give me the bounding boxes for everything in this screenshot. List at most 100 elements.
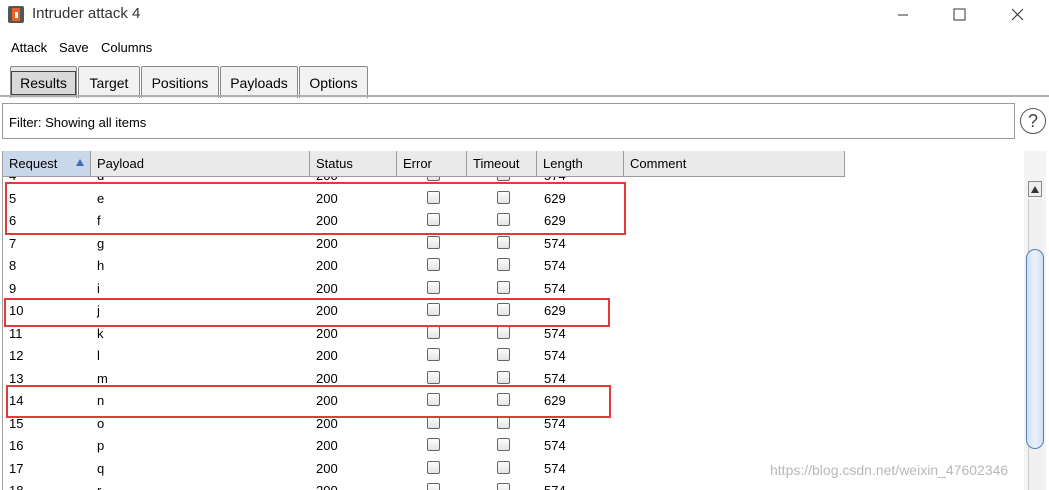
filter-bar[interactable]: Filter: Showing all items: [2, 103, 1015, 139]
column-header-length[interactable]: Length: [537, 151, 624, 177]
cell-payload: o: [97, 415, 105, 431]
close-icon[interactable]: [994, 0, 1040, 30]
error-checkbox[interactable]: [427, 235, 440, 249]
column-header-timeout-label: Timeout: [473, 156, 520, 171]
cell-status: 200: [316, 370, 338, 386]
error-checkbox[interactable]: [427, 190, 440, 204]
table-row[interactable]: 8 h 200 574: [3, 254, 845, 277]
column-header-error[interactable]: Error: [397, 151, 467, 177]
timeout-checkbox[interactable]: [497, 483, 510, 490]
menu-columns[interactable]: Columns: [101, 40, 152, 55]
cell-status: 200: [316, 393, 338, 408]
cell-status: 200: [316, 303, 338, 318]
cell-request: 10: [9, 303, 24, 318]
vertical-scrollbar[interactable]: [1024, 151, 1046, 490]
timeout-checkbox[interactable]: [497, 460, 510, 474]
timeout-checkbox[interactable]: [497, 415, 510, 429]
table-row[interactable]: 9 i 200 574: [3, 277, 845, 300]
timeout-checkbox[interactable]: [497, 348, 510, 361]
cell-length: 574: [544, 415, 566, 431]
error-checkbox[interactable]: [427, 213, 440, 226]
minimize-icon[interactable]: [880, 0, 926, 30]
cell-length: 629: [544, 393, 566, 408]
cell-length: 574: [544, 177, 566, 183]
table-row[interactable]: 11 k 200 574: [3, 322, 845, 345]
maximize-icon[interactable]: [936, 0, 982, 30]
timeout-checkbox[interactable]: [497, 190, 510, 204]
arrow-up-icon: [1031, 185, 1039, 193]
timeout-checkbox[interactable]: [497, 325, 510, 339]
cell-status: 200: [316, 258, 338, 273]
table-row[interactable]: 13 m 200 574: [3, 367, 845, 390]
cell-length: 574: [544, 460, 566, 476]
error-checkbox[interactable]: [427, 325, 440, 339]
tab-payloads[interactable]: Payloads: [220, 66, 298, 98]
column-header-comment-label: Comment: [630, 156, 687, 171]
timeout-checkbox[interactable]: [497, 280, 510, 294]
timeout-checkbox[interactable]: [497, 235, 510, 249]
table-body: 4 d 200 574 5 e 200 629 6 f 200 629 7 g 200 574 8 h 200 574…: [3, 177, 845, 490]
table-row[interactable]: 17 q 200 574: [3, 457, 845, 480]
timeout-checkbox[interactable]: [497, 393, 510, 406]
error-checkbox[interactable]: [427, 415, 440, 429]
menu-attack[interactable]: Attack: [11, 40, 47, 55]
column-header-length-label: Length: [543, 156, 583, 171]
menu-save[interactable]: Save: [59, 40, 89, 55]
cell-status: 200: [316, 415, 338, 431]
cell-request: 18: [9, 483, 23, 490]
column-header-comment[interactable]: Comment: [624, 151, 845, 177]
cell-payload: k: [97, 325, 104, 341]
table-row[interactable]: 4 d 200 574: [3, 177, 845, 187]
error-checkbox[interactable]: [427, 177, 440, 181]
sort-ascending-icon: [76, 159, 84, 166]
tab-results-label: Results: [11, 70, 76, 95]
error-checkbox[interactable]: [427, 393, 440, 406]
cell-payload: g: [97, 235, 105, 251]
table-row[interactable]: 18 r 200 574: [3, 479, 845, 490]
cell-status: 200: [316, 235, 338, 251]
column-header-timeout[interactable]: Timeout: [467, 151, 537, 177]
table-row[interactable]: 12 l 200 574: [3, 344, 845, 367]
error-checkbox[interactable]: [427, 280, 440, 294]
tab-options[interactable]: Options: [299, 66, 368, 98]
error-checkbox[interactable]: [427, 438, 440, 451]
table-row[interactable]: 6 f 200 629: [3, 209, 845, 232]
scroll-thumb[interactable]: [1026, 249, 1044, 449]
tab-positions[interactable]: Positions: [141, 66, 219, 98]
tab-target[interactable]: Target: [78, 66, 140, 98]
column-header-status[interactable]: Status: [310, 151, 397, 177]
table-row[interactable]: 14 n 200 629: [3, 389, 845, 412]
error-checkbox[interactable]: [427, 258, 440, 271]
column-header-payload[interactable]: Payload: [91, 151, 310, 177]
timeout-checkbox[interactable]: [497, 370, 510, 384]
tab-results[interactable]: Results: [10, 66, 77, 98]
table-row[interactable]: 16 p 200 574: [3, 434, 845, 457]
error-checkbox[interactable]: [427, 370, 440, 384]
cell-request: 11: [9, 325, 23, 341]
timeout-checkbox[interactable]: [497, 258, 510, 271]
table-row[interactable]: 7 g 200 574: [3, 232, 845, 255]
timeout-checkbox[interactable]: [497, 438, 510, 451]
cell-request: 4: [9, 177, 16, 183]
filter-text: Filter: Showing all items: [9, 115, 147, 130]
column-header-request[interactable]: Request: [3, 151, 91, 177]
table-row[interactable]: 15 o 200 574: [3, 412, 845, 435]
cell-request: 6: [9, 213, 17, 228]
error-checkbox[interactable]: [427, 303, 440, 316]
cell-payload: p: [97, 438, 105, 453]
results-table: Request Payload Status Error Timeout Len…: [2, 151, 1022, 490]
cell-length: 574: [544, 348, 566, 363]
table-row[interactable]: 5 e 200 629: [3, 187, 845, 210]
scroll-up-button[interactable]: [1028, 181, 1042, 197]
help-icon[interactable]: ?: [1020, 108, 1046, 134]
error-checkbox[interactable]: [427, 460, 440, 474]
error-checkbox[interactable]: [427, 348, 440, 361]
table-row[interactable]: 10 j 200 629: [3, 299, 845, 322]
timeout-checkbox[interactable]: [497, 177, 510, 181]
tab-options-label: Options: [309, 74, 358, 91]
timeout-checkbox[interactable]: [497, 213, 510, 226]
error-checkbox[interactable]: [427, 483, 440, 490]
cell-status: 200: [316, 280, 338, 296]
cell-status: 200: [316, 325, 338, 341]
timeout-checkbox[interactable]: [497, 303, 510, 316]
